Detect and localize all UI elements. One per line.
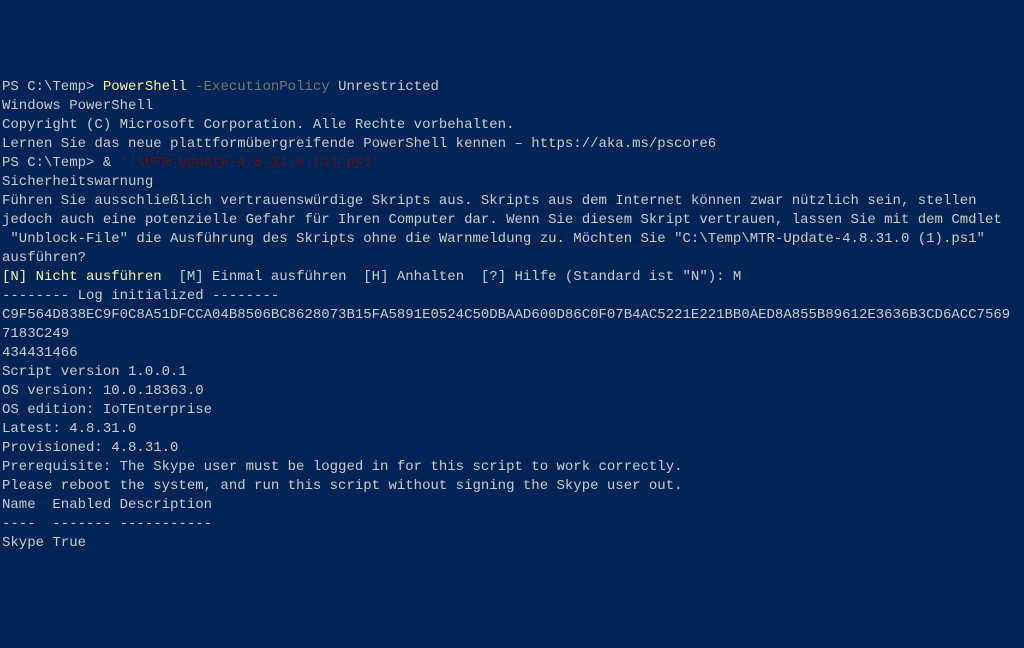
warning-title: Sicherheitswarnung bbox=[2, 173, 1024, 192]
warning-text: ausführen? bbox=[2, 249, 1024, 268]
output-line: OS version: 10.0.18363.0 bbox=[2, 382, 1024, 401]
warning-text: "Unblock-File" die Ausführung des Skript… bbox=[2, 230, 1024, 249]
terminal-output[interactable]: PS C:\Temp> PowerShell -ExecutionPolicy … bbox=[2, 78, 1024, 553]
prompt-line-1: PS C:\Temp> PowerShell -ExecutionPolicy … bbox=[2, 78, 1024, 97]
output-line: Script version 1.0.0.1 bbox=[2, 363, 1024, 382]
command-flag: -ExecutionPolicy bbox=[195, 79, 338, 95]
ps-prompt: PS C:\Temp> bbox=[2, 155, 103, 171]
prompt-line-2: PS C:\Temp> & '.\MTR-Update-4.8.31.0 (1)… bbox=[2, 154, 1024, 173]
output-line: Provisioned: 4.8.31.0 bbox=[2, 439, 1024, 458]
output-line: Please reboot the system, and run this s… bbox=[2, 477, 1024, 496]
command-arg: Unrestricted bbox=[338, 79, 439, 95]
warning-text: jedoch auch eine potenzielle Gefahr für … bbox=[2, 211, 1024, 230]
choice-options: [M] Einmal ausführen [H] Anhalten [?] Hi… bbox=[162, 269, 742, 285]
output-line: 7183C249 bbox=[2, 325, 1024, 344]
ps-prompt: PS C:\Temp> bbox=[2, 79, 103, 95]
table-divider: ---- ------- ----------- bbox=[2, 515, 1024, 534]
table-row: Skype True bbox=[2, 534, 1024, 553]
output-line: -------- Log initialized -------- bbox=[2, 287, 1024, 306]
output-line: Windows PowerShell bbox=[2, 97, 1024, 116]
table-header: Name Enabled Description bbox=[2, 496, 1024, 515]
output-line: 434431466 bbox=[2, 344, 1024, 363]
output-line: OS edition: IoTEnterprise bbox=[2, 401, 1024, 420]
prompt-choice-line: [N] Nicht ausführen [M] Einmal ausführen… bbox=[2, 268, 1024, 287]
output-line: Copyright (C) Microsoft Corporation. All… bbox=[2, 116, 1024, 135]
output-line: Lernen Sie das neue plattformübergreifen… bbox=[2, 135, 1024, 154]
script-path: '.\MTR-Update-4.8.31.0 (1).ps1' bbox=[120, 155, 380, 171]
command-name: PowerShell bbox=[103, 79, 195, 95]
warning-text: Führen Sie ausschließlich vertrauenswürd… bbox=[2, 192, 1024, 211]
choice-default: [N] Nicht ausführen bbox=[2, 269, 162, 285]
call-operator: & bbox=[103, 155, 120, 171]
output-line: Prerequisite: The Skype user must be log… bbox=[2, 458, 1024, 477]
output-line: Latest: 4.8.31.0 bbox=[2, 420, 1024, 439]
output-line: C9F564D838EC9F0C8A51DFCCA04B8506BC862807… bbox=[2, 306, 1024, 325]
